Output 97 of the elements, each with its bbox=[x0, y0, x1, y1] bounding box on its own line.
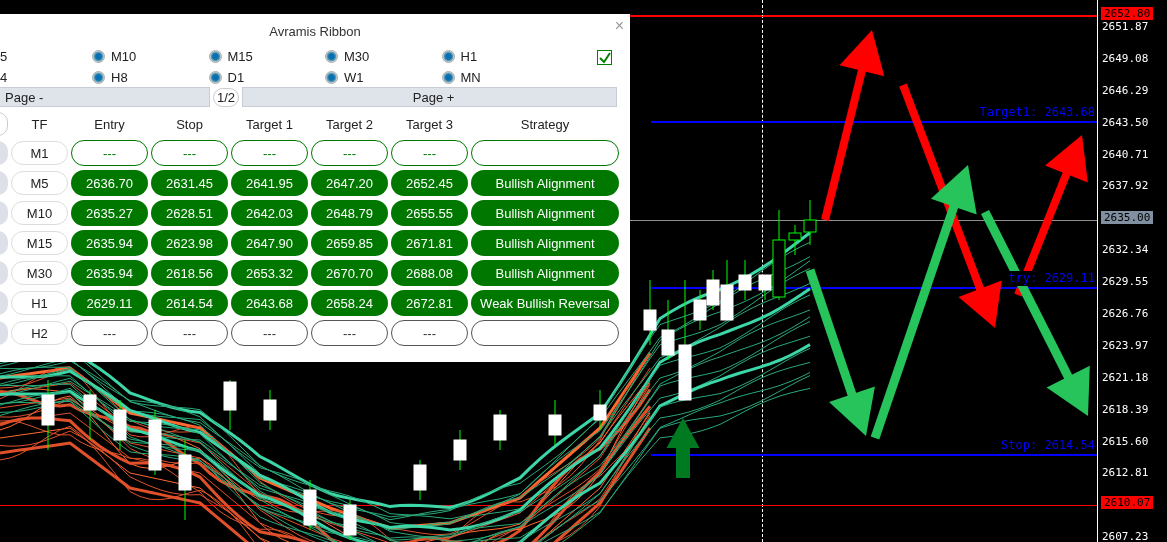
table-cell: 2653.32 bbox=[231, 260, 308, 286]
candlestick bbox=[223, 379, 237, 431]
table-cell: Bullish Alignment bbox=[471, 230, 619, 256]
timeframe-label: M30 bbox=[344, 49, 370, 64]
table-cell: 2648.79 bbox=[311, 200, 388, 226]
timeframe-label: M15 bbox=[227, 49, 253, 64]
column-header: Strategy bbox=[519, 116, 571, 132]
candlestick bbox=[148, 409, 162, 476]
price-label: 2607.23 bbox=[1102, 529, 1149, 542]
price-label: 2643.50 bbox=[1102, 114, 1149, 131]
table-cell: 2631.45 bbox=[151, 170, 228, 196]
checkbox[interactable] bbox=[597, 50, 612, 65]
candlestick bbox=[413, 459, 427, 501]
price-marker: 2610.07 bbox=[1101, 495, 1154, 509]
radio-button[interactable] bbox=[208, 71, 222, 84]
table-cell: 2647.20 bbox=[311, 170, 388, 196]
table-cell: 2635.94 bbox=[71, 230, 148, 256]
table-cell: 2670.70 bbox=[311, 260, 388, 286]
radio-button[interactable] bbox=[325, 50, 338, 63]
level-label: Stop: 2614.54 bbox=[1001, 437, 1095, 453]
table-cell: 2623.98 bbox=[151, 230, 228, 256]
price-label: 2615.60 bbox=[1102, 433, 1149, 450]
timeframe-label: 4 bbox=[0, 70, 8, 85]
timeframe-label: H8 bbox=[111, 70, 128, 85]
buy-arrow-icon bbox=[666, 418, 700, 478]
price-label: 2621.18 bbox=[1102, 369, 1149, 386]
price-label: 2632.34 bbox=[1102, 242, 1149, 259]
table-cell: 2635.94 bbox=[71, 260, 148, 286]
candlestick bbox=[343, 499, 357, 541]
table-cell: 2658.24 bbox=[311, 290, 388, 316]
table-cell: 2655.55 bbox=[391, 200, 468, 226]
column-header: Target 1 bbox=[245, 116, 294, 132]
candlestick bbox=[661, 299, 675, 361]
radio-button[interactable] bbox=[441, 50, 455, 63]
price-label: 2612.81 bbox=[1102, 465, 1149, 482]
page-next-button[interactable]: Page + bbox=[242, 87, 618, 107]
price-label: 2623.97 bbox=[1102, 337, 1149, 354]
price-label: 2626.76 bbox=[1102, 306, 1149, 322]
table-cell: 2672.81 bbox=[391, 290, 468, 316]
column-header: Target 2 bbox=[325, 116, 374, 132]
price-label: 2640.71 bbox=[1102, 146, 1149, 163]
timeframe-label: H1 bbox=[460, 49, 478, 64]
price-label: 2649.08 bbox=[1102, 50, 1149, 67]
panel-title: Avramis Ribbon bbox=[269, 23, 361, 39]
radio-button[interactable] bbox=[441, 71, 455, 84]
table-cell: Weak Bullish Reversal bbox=[471, 290, 619, 316]
table-cell: Bullish Alignment bbox=[471, 170, 619, 196]
table-cell: 2688.08 bbox=[391, 260, 468, 286]
radio-button[interactable] bbox=[208, 50, 222, 63]
timeframe-label: W1 bbox=[344, 70, 364, 85]
table-cell: 2618.56 bbox=[151, 260, 228, 286]
price-label: 2629.55 bbox=[1102, 274, 1149, 291]
column-header: TF bbox=[30, 116, 49, 132]
candlestick bbox=[493, 409, 507, 451]
page-prev-button[interactable]: Page - bbox=[0, 87, 210, 107]
radio-button[interactable] bbox=[325, 71, 338, 84]
table-cell: 2614.54 bbox=[151, 290, 228, 316]
table-cell: 2643.68 bbox=[231, 290, 308, 316]
radio-button[interactable] bbox=[92, 71, 105, 84]
level-label: Target1: 2643.68 bbox=[979, 104, 1095, 120]
candlestick bbox=[303, 479, 317, 531]
column-header: Stop bbox=[175, 116, 204, 132]
table-cell: Bullish Alignment bbox=[471, 260, 619, 286]
table-cell: 2659.85 bbox=[311, 230, 388, 256]
radio-button[interactable] bbox=[92, 50, 105, 63]
table-cell: 2636.70 bbox=[71, 170, 148, 196]
table-cell: 2641.95 bbox=[231, 170, 308, 196]
price-label: 2651.87 bbox=[1102, 19, 1149, 35]
table-cell: 2671.81 bbox=[391, 230, 468, 256]
timeframe-label: D1 bbox=[227, 70, 245, 85]
table-cell: 2652.45 bbox=[391, 170, 468, 196]
candlestick bbox=[263, 389, 277, 431]
table-cell: 2629.11 bbox=[71, 290, 148, 316]
column-header: Target 3 bbox=[405, 116, 454, 132]
price-label: 2618.39 bbox=[1102, 401, 1149, 418]
candlestick bbox=[548, 399, 562, 446]
table-cell: Bullish Alignment bbox=[471, 200, 619, 226]
candlestick bbox=[643, 279, 657, 346]
table-cell: 2628.51 bbox=[151, 200, 228, 226]
price-label: 2637.92 bbox=[1102, 178, 1149, 195]
table-cell: 2635.27 bbox=[71, 200, 148, 226]
timeframe-label: M10 bbox=[111, 49, 137, 64]
candlestick bbox=[738, 259, 752, 301]
candlestick bbox=[41, 379, 55, 451]
candlestick bbox=[453, 429, 467, 471]
timeframe-label: MN bbox=[460, 70, 481, 85]
level-label: try: 2629.11 bbox=[1008, 271, 1095, 287]
price-marker: 2652.80 bbox=[1101, 7, 1154, 21]
timeframe-label: 5 bbox=[0, 49, 8, 64]
table-cell: 2647.90 bbox=[231, 230, 308, 256]
candlestick bbox=[113, 399, 127, 451]
candlestick bbox=[593, 389, 607, 431]
price-label: 2646.29 bbox=[1102, 82, 1149, 99]
column-header: Entry bbox=[93, 116, 126, 132]
table-cell: 2642.03 bbox=[231, 200, 308, 226]
price-marker: 2635.00 bbox=[1101, 210, 1154, 224]
candlestick bbox=[83, 389, 97, 441]
